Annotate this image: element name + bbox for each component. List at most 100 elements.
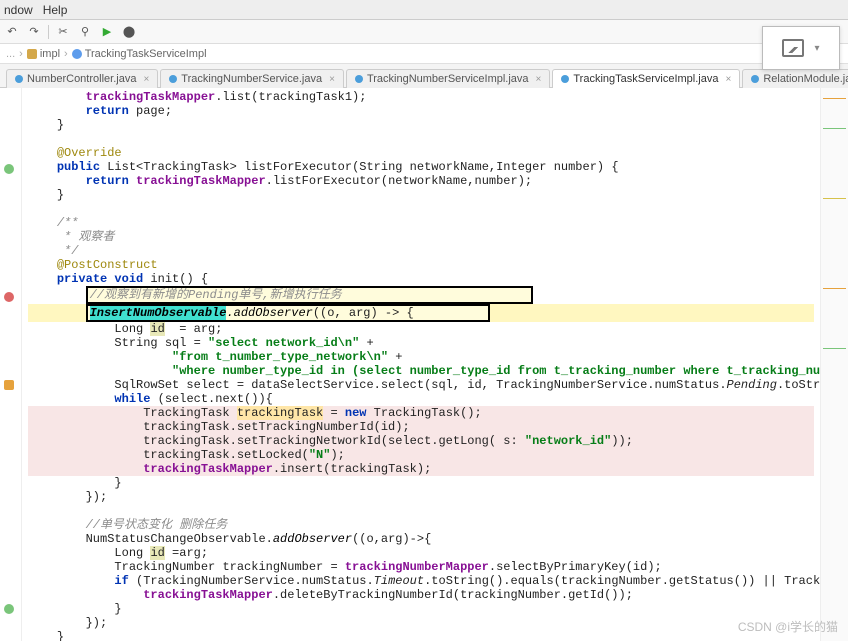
undo-icon[interactable]: ↶: [4, 24, 20, 40]
warning-gutter-icon[interactable]: [4, 380, 14, 390]
java-icon: [561, 75, 569, 83]
menu-window[interactable]: ndow: [4, 3, 33, 17]
code-token: Pending: [727, 378, 777, 392]
code-token: (TrackingNumberService.numStatus.: [129, 574, 374, 588]
highlight-box: InsertNumObservable.addObserver((o, arg)…: [86, 304, 490, 322]
scissors-icon[interactable]: ✂: [55, 24, 71, 40]
code-token: "from t_number_type_network\n": [172, 350, 388, 364]
code-token: trackingTask.setLocked(: [143, 448, 309, 462]
breadcrumb-folder[interactable]: impl: [27, 48, 60, 60]
editor: trackingTaskMapper.list(trackingTask1); …: [0, 88, 848, 641]
code-token: trackingTask: [237, 406, 323, 420]
override-gutter-icon[interactable]: [4, 164, 14, 174]
tab-number-controller[interactable]: NumberController.java ×: [6, 69, 158, 88]
tab-label: NumberController.java: [27, 73, 136, 85]
toolbar: ↶ ↷ ✂ ⚲ ▶ ⬤: [0, 20, 848, 44]
folder-icon: [27, 49, 37, 59]
code-token: addObserver: [273, 532, 352, 546]
breadcrumb-class[interactable]: TrackingTaskServiceImpl: [72, 48, 207, 60]
tab-label: TrackingNumberServiceImpl.java: [367, 73, 529, 85]
tab-relation-module[interactable]: RelationModule.java ×: [742, 69, 848, 88]
minimap-mark: [823, 288, 846, 289]
code-token: String sql =: [114, 336, 208, 350]
tab-label: RelationModule.java: [763, 73, 848, 85]
code-token: Timeout: [374, 574, 424, 588]
code-token: =: [323, 406, 345, 420]
stop-icon[interactable]: ⬤: [121, 24, 137, 40]
code-token: if: [114, 574, 128, 588]
minimap[interactable]: [820, 88, 848, 641]
code-token: }: [114, 602, 121, 616]
watermark: CSDN @i学长的猫: [738, 618, 838, 635]
code-token: .toString().equals(trackingNumber.getSta…: [424, 574, 820, 588]
override-gutter-icon[interactable]: [4, 604, 14, 614]
code-token: }: [57, 118, 64, 132]
image-icon: [782, 39, 804, 57]
code-token: NumStatusChangeObservable.: [86, 532, 273, 546]
code-token: "where number_type_id in (select number_…: [172, 364, 820, 378]
code-area[interactable]: trackingTaskMapper.list(trackingTask1); …: [22, 88, 820, 641]
code-token: +: [388, 350, 402, 364]
code-token: = arg;: [165, 322, 223, 336]
code-token: ((o,arg)->{: [352, 532, 431, 546]
code-token: private void: [57, 272, 143, 286]
close-icon[interactable]: ×: [536, 74, 542, 85]
tab-tracking-number-service[interactable]: TrackingNumberService.java ×: [160, 69, 344, 88]
code-token: ));: [611, 434, 633, 448]
code-token: trackingNumberMapper: [345, 560, 489, 574]
java-icon: [355, 75, 363, 83]
close-icon[interactable]: ×: [329, 74, 335, 85]
code-token: return: [86, 174, 129, 188]
code-token: id: [150, 546, 164, 560]
code-token: return: [86, 104, 129, 118]
breadcrumb-folder-label: impl: [40, 48, 60, 60]
code-token: id: [150, 322, 164, 336]
code-token: .deleteByTrackingNumberId(trackingNumber…: [273, 588, 633, 602]
breadcrumb: ... › impl › TrackingTaskServiceImpl: [0, 44, 848, 64]
java-icon: [751, 75, 759, 83]
chevron-icon: ›: [19, 48, 23, 60]
code-token: * 观察者: [57, 230, 115, 244]
chevron-down-icon[interactable]: ▾: [814, 43, 819, 54]
code-token: TrackingTask();: [366, 406, 481, 420]
code-token: page;: [129, 104, 172, 118]
minimap-mark: [823, 98, 846, 99]
code-token: });: [86, 616, 108, 630]
code-token: @Override: [57, 146, 122, 160]
code-token: init() {: [143, 272, 208, 286]
code-token: (select.next()){: [150, 392, 272, 406]
breadcrumb-prefix: ...: [6, 48, 15, 60]
code-token: trackingTaskMapper: [143, 588, 273, 602]
tab-tracking-task-service-impl[interactable]: TrackingTaskServiceImpl.java ×: [552, 69, 740, 88]
code-token: .list(trackingTask1);: [215, 90, 366, 104]
code-token: "select network_id\n": [208, 336, 359, 350]
code-token: .selectByPrimaryKey(id);: [489, 560, 662, 574]
code-token: }: [57, 188, 64, 202]
code-token: =arg;: [165, 546, 208, 560]
code-token: */: [57, 244, 79, 258]
code-token: "network_id": [525, 434, 611, 448]
breadcrumb-class-label: TrackingTaskServiceImpl: [85, 48, 207, 60]
tab-tracking-number-service-impl[interactable]: TrackingNumberServiceImpl.java ×: [346, 69, 550, 88]
attach-icon[interactable]: ⚲: [77, 24, 93, 40]
gutter[interactable]: [0, 88, 22, 641]
close-icon[interactable]: ×: [143, 74, 149, 85]
play-icon[interactable]: ▶: [99, 24, 115, 40]
code-token: List<TrackingTask> listForExecutor(Strin…: [100, 160, 618, 174]
breakpoint-icon[interactable]: [4, 292, 14, 302]
code-token: ((o, arg) -> {: [313, 306, 414, 320]
image-preview-panel[interactable]: ▾: [762, 26, 840, 70]
code-token: .listForExecutor(networkName,number);: [266, 174, 532, 188]
close-icon[interactable]: ×: [725, 74, 731, 85]
menu-help[interactable]: Help: [43, 3, 68, 17]
code-token: );: [330, 448, 344, 462]
redo-icon[interactable]: ↷: [26, 24, 42, 40]
menubar: ndow Help: [0, 0, 848, 20]
code-token: trackingTaskMapper: [86, 90, 216, 104]
minimap-mark: [823, 128, 846, 129]
minimap-mark: [823, 198, 846, 199]
code-token: Long: [114, 546, 150, 560]
code-token: trackingTaskMapper: [129, 174, 266, 188]
code-token: trackingTask.setTrackingNumberId(id);: [143, 420, 409, 434]
chevron-icon: ›: [64, 48, 68, 60]
